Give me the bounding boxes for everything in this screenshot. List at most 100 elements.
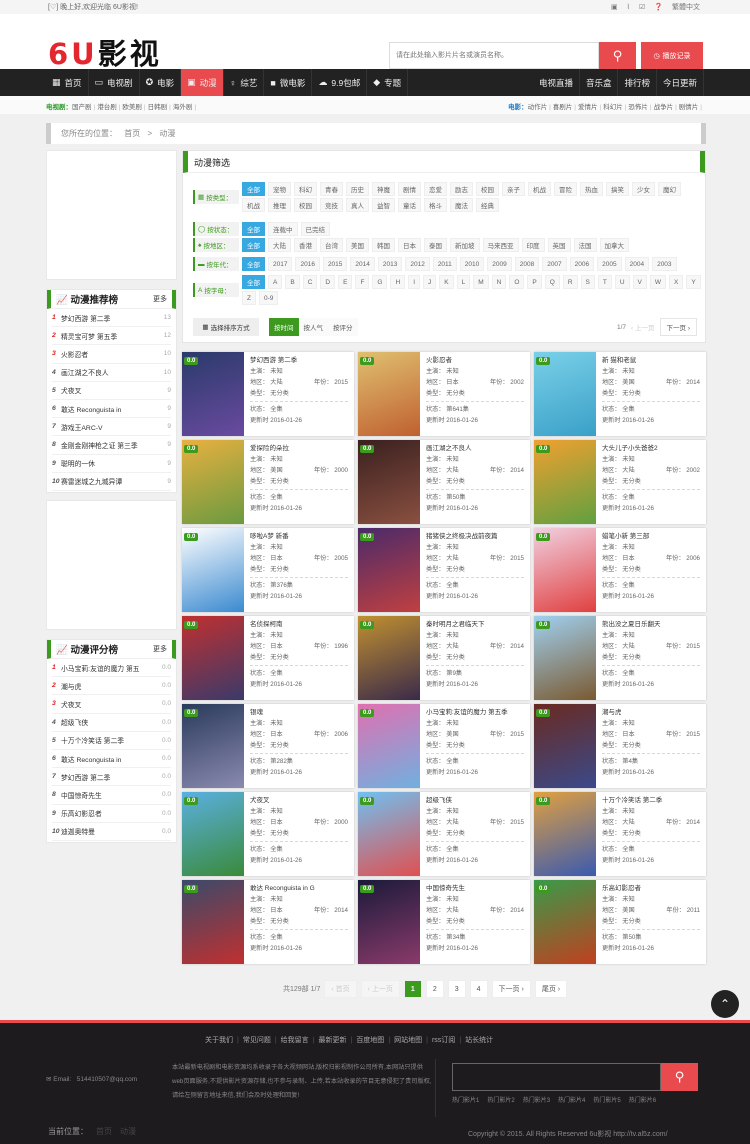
anime-card[interactable]: 0.0 小马宝莉:友谊的魔力 第五季 主演： 未知 地区： 美国 年份： 2015 类型：… [358, 704, 530, 788]
footer-link[interactable]: 给我留言 [281, 1037, 309, 1044]
filter-option[interactable]: 校园 [476, 182, 499, 196]
poster-image[interactable]: 0.0 [358, 352, 420, 436]
footer-link[interactable]: 关于我们 [205, 1037, 233, 1044]
filter-option[interactable]: 2012 [405, 257, 430, 271]
filter-option[interactable]: 竞技 [320, 198, 343, 212]
filter-option[interactable]: 韩国 [372, 238, 395, 252]
filter-option[interactable]: R [562, 275, 578, 289]
poster-image[interactable]: 0.0 [182, 792, 244, 876]
filter-option[interactable]: K [439, 275, 454, 289]
nav-item-1[interactable]: ▭ 电视剧 [89, 69, 140, 96]
filter-option[interactable]: 2008 [514, 257, 540, 271]
anime-card[interactable]: 0.0 秦时明月之君临天下 主演： 未知 地区： 大陆 年份： 2014 类型： 无分类状… [358, 616, 530, 700]
subnav-tv-4[interactable]: 海外剧 [173, 104, 193, 111]
nav-item-0[interactable]: ▦ 首页 [46, 69, 89, 96]
edit-icon[interactable]: ☑ [639, 3, 645, 11]
ranking-item[interactable]: 2 潮与虎 0.0 [52, 677, 171, 696]
message-icon[interactable]: ▣ [611, 3, 618, 11]
subnav-movie-2[interactable]: 爱情片 [578, 104, 598, 111]
filter-option[interactable]: 泰国 [424, 238, 447, 252]
filter-option[interactable]: 真人 [346, 198, 369, 212]
filter-option[interactable]: 2005 [597, 257, 622, 271]
footer-link[interactable]: 常见问题 [243, 1037, 271, 1044]
anime-card[interactable]: 0.0 中国惊奇先生 主演： 未知 地区： 大陆 年份： 2014 类型： 无分类 状态： … [358, 880, 530, 964]
rank-title[interactable]: 游戏王ARC-V [61, 422, 167, 432]
filter-option[interactable]: 日本 [398, 238, 421, 252]
filter-option[interactable]: 励志 [450, 182, 473, 196]
filter-option[interactable]: E [338, 275, 353, 289]
card-title[interactable]: 梦幻西游 第二季 [250, 355, 348, 366]
rank-title[interactable]: 敢达 Reconguista in [61, 404, 167, 414]
ranking-item[interactable]: 4 超级飞侠 0.0 [52, 714, 171, 732]
filter-option[interactable]: 已完结 [300, 222, 330, 236]
filter-option[interactable]: 2011 [432, 257, 457, 271]
filter-option[interactable]: 台湾 [320, 238, 343, 252]
subnav-movie-6[interactable]: 剧情片 [679, 104, 699, 111]
nav-item-5[interactable]: ■ 微电影 [264, 69, 313, 96]
filter-option[interactable]: 全部 [242, 238, 265, 252]
sort-by-time[interactable]: 按时间 [269, 318, 299, 336]
anime-card[interactable]: 0.0 画江湖之不良人 主演： 未知 地区： 大陆 年份： 2014 类型： 无分类 状态：… [358, 440, 530, 524]
anime-card[interactable]: 0.0 敢达 Reconguista in G 主演： 未知 地区： 日本 年份： 20… [182, 880, 354, 964]
filter-option[interactable]: G [372, 275, 388, 289]
ranking-item[interactable]: 3 火影忍者 10 [52, 345, 171, 364]
filter-option[interactable]: 魔幻 [658, 182, 681, 196]
ranking-item[interactable]: 8 金刚金刚神枪之证 第三季 9 [52, 436, 171, 455]
filter-option[interactable]: 英国 [547, 238, 571, 252]
ranking-item[interactable]: 6 敢达 Reconguista in 9 [52, 400, 171, 419]
rank-title[interactable]: 金刚金刚神枪之证 第三季 [61, 440, 167, 450]
next-page-button[interactable]: 下一页 › [659, 318, 697, 336]
card-title[interactable]: 超级飞侠 [426, 795, 524, 806]
filter-option[interactable]: 加拿大 [599, 238, 629, 252]
filter-option[interactable]: 搞笑 [606, 182, 629, 196]
filter-option[interactable]: 2013 [377, 257, 403, 271]
rank-title[interactable]: 迪迦奥特曼 [61, 826, 162, 836]
filter-option[interactable]: 全部 [242, 222, 265, 236]
filter-option[interactable]: Q [544, 275, 560, 289]
ranking-item[interactable]: 7 梦幻西游 第二季 0.0 [52, 768, 171, 787]
anime-card[interactable]: 0.0 名侦探柯南 主演： 未知 地区： 日本 年份： 1996 类型： 无分类 状态： 全… [182, 616, 354, 700]
anime-card[interactable]: 0.0 哆啦A梦 新番 主演： 未知 地区： 日本 年份： 2005 类型： 无分类 状态：… [182, 528, 354, 612]
hot-movie-link[interactable]: 热门影片5 [593, 1095, 620, 1104]
filter-option[interactable]: 童话 [398, 198, 421, 212]
ranking-item[interactable]: 7 游戏王ARC-V 9 [52, 418, 171, 437]
search-input[interactable] [389, 42, 599, 69]
subnav-movie-0[interactable]: 动作片 [528, 104, 548, 111]
filter-option[interactable]: N [491, 275, 507, 289]
poster-image[interactable]: 0.0 [358, 616, 420, 700]
filter-option[interactable]: 机战 [242, 198, 265, 212]
card-title[interactable]: 大头儿子小头爸爸2 [602, 443, 700, 454]
ranking-item[interactable]: 5 犬夜叉 9 [52, 382, 171, 400]
filter-option[interactable]: 宠物 [268, 182, 291, 196]
filter-option[interactable]: 益智 [372, 198, 395, 212]
poster-image[interactable]: 0.0 [534, 528, 596, 612]
card-title[interactable]: 画江湖之不良人 [426, 443, 524, 454]
card-title[interactable]: 猪猪侠之终极决战前夜篇 [426, 531, 524, 542]
prev-page-button[interactable]: ‹ 上一页 [631, 322, 654, 332]
filter-option[interactable]: W [649, 275, 667, 289]
poster-image[interactable]: 0.0 [182, 440, 244, 524]
anime-card[interactable]: 0.0 乐高幻影忍者 主演： 未知 地区： 美国 年份： 2011 类型： 无分类 状态： … [534, 880, 706, 964]
pager-next[interactable]: 下一页 › [491, 980, 531, 998]
filter-option[interactable]: A [268, 275, 283, 289]
ranking-item[interactable]: 2 精灵宝可梦 第五季 12 [52, 327, 171, 346]
filter-option[interactable]: 恋爱 [424, 182, 447, 196]
filter-option[interactable]: 推理 [268, 198, 291, 212]
poster-image[interactable]: 0.0 [534, 704, 596, 788]
rank-title[interactable]: 赛雷迷城之九城异谭 [61, 476, 167, 486]
filter-option[interactable]: U [614, 275, 630, 289]
anime-card[interactable]: 0.0 蜡笔小新 第三部 主演： 未知 地区： 日本 年份： 2006 类型： 无分类 状态… [534, 528, 706, 612]
subnav-movie-5[interactable]: 战争片 [654, 104, 674, 111]
anime-card[interactable]: 0.0 新 猫和老鼠 主演： 未知 地区： 美国 年份： 2014 类型： 无分类 状态： … [534, 352, 706, 436]
filter-option[interactable]: 格斗 [424, 198, 447, 212]
rss-icon[interactable]: ⌇ [627, 3, 630, 11]
nav-item-7[interactable]: ◆ 专题 [367, 69, 409, 96]
ranking-item[interactable]: 6 敢达 Reconguista in 0.0 [52, 750, 171, 769]
footer-link[interactable]: 百度地图 [356, 1037, 384, 1044]
poster-image[interactable]: 0.0 [358, 704, 420, 788]
filter-option[interactable]: 2003 [652, 257, 677, 271]
hot-movie-link[interactable]: 热门影片6 [629, 1095, 656, 1104]
filter-option[interactable]: J [423, 275, 437, 289]
filter-option[interactable]: Y [686, 275, 701, 289]
anime-card[interactable]: 0.0 爱探险的朵拉 主演： 未知 地区： 美国 年份： 2000 类型： 无分类 状态： … [182, 440, 354, 524]
